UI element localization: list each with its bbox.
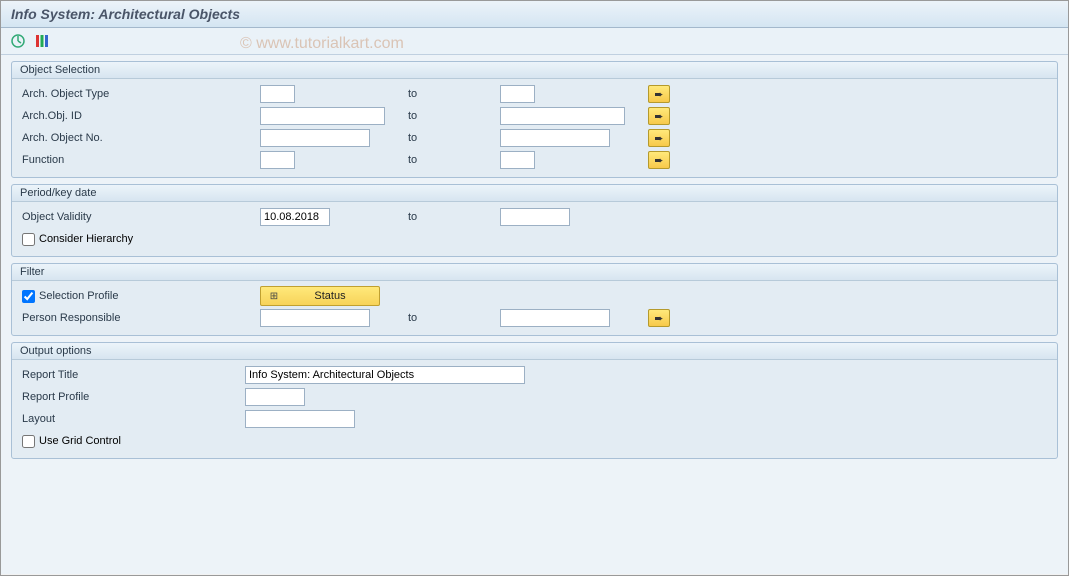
to-label: to — [400, 110, 500, 122]
input-object-validity-from[interactable] — [260, 208, 330, 226]
label-use-grid: Use Grid Control — [39, 435, 121, 447]
row-arch-object-type: Arch. Object Type to ➨ — [20, 83, 1049, 105]
label-arch-object-type: Arch. Object Type — [20, 88, 260, 100]
execute-icon[interactable] — [9, 32, 27, 50]
label-arch-obj-id: Arch.Obj. ID — [20, 110, 260, 122]
input-person-responsible-to[interactable] — [500, 309, 610, 327]
row-function: Function to ➨ — [20, 149, 1049, 171]
input-arch-obj-id-to[interactable] — [500, 107, 625, 125]
input-function-from[interactable] — [260, 151, 295, 169]
label-object-validity: Object Validity — [20, 211, 260, 223]
checkbox-selection-profile[interactable] — [22, 290, 35, 303]
input-person-responsible-from[interactable] — [260, 309, 370, 327]
to-label: to — [400, 154, 500, 166]
label-report-profile: Report Profile — [20, 391, 245, 403]
input-object-validity-to[interactable] — [500, 208, 570, 226]
row-use-grid: Use Grid Control — [20, 430, 1049, 452]
multiselect-function[interactable]: ➨ — [648, 151, 670, 169]
label-function: Function — [20, 154, 260, 166]
group-output: Output options Report Title Report Profi… — [11, 342, 1058, 459]
row-report-profile: Report Profile — [20, 386, 1049, 408]
checkbox-consider-hierarchy[interactable] — [22, 233, 35, 246]
group-title-period: Period/key date — [12, 185, 1057, 202]
row-arch-obj-id: Arch.Obj. ID to ➨ — [20, 105, 1049, 127]
multiselect-person-responsible[interactable]: ➨ — [648, 309, 670, 327]
toolbar — [1, 28, 1068, 55]
page-title: Info System: Architectural Objects — [1, 1, 1068, 28]
variants-icon[interactable] — [33, 32, 51, 50]
row-arch-object-no: Arch. Object No. to ➨ — [20, 127, 1049, 149]
status-button[interactable]: ⊞ Status — [260, 286, 380, 306]
input-arch-object-no-to[interactable] — [500, 129, 610, 147]
group-object-selection: Object Selection Arch. Object Type to ➨ … — [11, 61, 1058, 178]
expand-icon: ⊞ — [267, 291, 281, 302]
input-arch-object-type-to[interactable] — [500, 85, 535, 103]
content-area: Object Selection Arch. Object Type to ➨ … — [1, 55, 1068, 574]
input-arch-obj-id-from[interactable] — [260, 107, 385, 125]
group-period: Period/key date Object Validity to Consi… — [11, 184, 1058, 257]
label-selection-profile: Selection Profile — [39, 290, 119, 302]
to-label: to — [400, 88, 500, 100]
to-label: to — [400, 132, 500, 144]
input-layout[interactable] — [245, 410, 355, 428]
label-consider-hierarchy: Consider Hierarchy — [39, 233, 133, 245]
to-label: to — [400, 211, 500, 223]
row-consider-hierarchy: Consider Hierarchy — [20, 228, 1049, 250]
input-arch-object-type-from[interactable] — [260, 85, 295, 103]
group-title-output: Output options — [12, 343, 1057, 360]
row-person-responsible: Person Responsible to ➨ — [20, 307, 1049, 329]
label-report-title: Report Title — [20, 369, 245, 381]
status-button-label: Status — [287, 290, 373, 302]
label-person-responsible: Person Responsible — [20, 312, 260, 324]
row-selection-profile: Selection Profile ⊞ Status — [20, 285, 1049, 307]
group-filter: Filter Selection Profile ⊞ Status Person… — [11, 263, 1058, 336]
row-report-title: Report Title — [20, 364, 1049, 386]
group-title-object-selection: Object Selection — [12, 62, 1057, 79]
input-arch-object-no-from[interactable] — [260, 129, 370, 147]
to-label: to — [400, 312, 500, 324]
multiselect-arch-object-type[interactable]: ➨ — [648, 85, 670, 103]
multiselect-arch-object-no[interactable]: ➨ — [648, 129, 670, 147]
input-report-title[interactable] — [245, 366, 525, 384]
input-report-profile[interactable] — [245, 388, 305, 406]
checkbox-use-grid[interactable] — [22, 435, 35, 448]
input-function-to[interactable] — [500, 151, 535, 169]
row-layout: Layout — [20, 408, 1049, 430]
row-object-validity: Object Validity to — [20, 206, 1049, 228]
group-title-filter: Filter — [12, 264, 1057, 281]
label-layout: Layout — [20, 413, 245, 425]
multiselect-arch-obj-id[interactable]: ➨ — [648, 107, 670, 125]
label-arch-object-no: Arch. Object No. — [20, 132, 260, 144]
